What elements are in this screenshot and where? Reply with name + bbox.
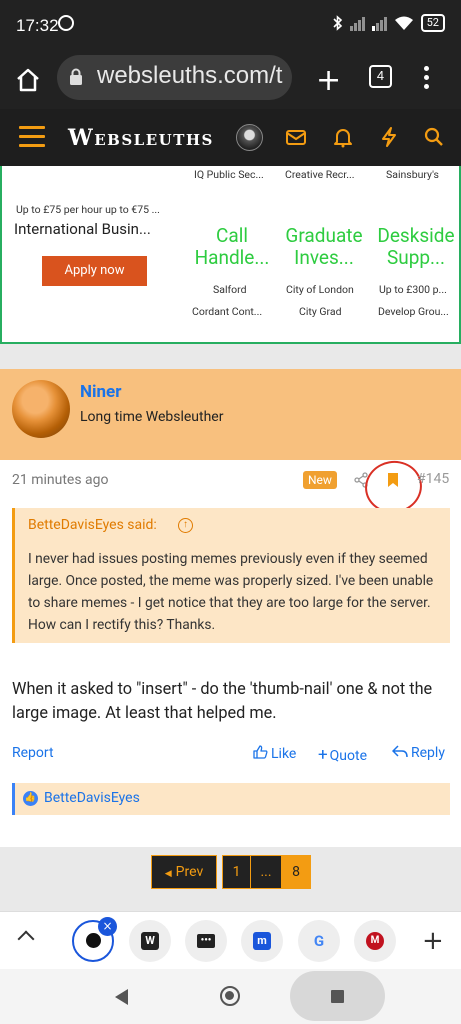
prev-page-button[interactable]: ◀ Prev <box>151 855 217 889</box>
tab-dots[interactable]: ••• <box>185 920 227 962</box>
reaction-user[interactable]: BetteDavisEyes <box>44 790 140 806</box>
tab-google[interactable]: G <box>298 920 340 962</box>
tab-m[interactable]: m <box>241 920 283 962</box>
ad-card-company: Cordant Cont... <box>192 305 263 318</box>
dots-icon: ••• <box>197 933 215 948</box>
lock-icon <box>70 68 82 85</box>
status-icons: 52 <box>333 14 445 32</box>
ad-title[interactable]: International Busin... <box>14 220 151 238</box>
search-icon[interactable] <box>423 126 445 148</box>
like-reaction-icon: 👍 <box>23 791 38 806</box>
ad-card-title[interactable]: Graduate Inves... <box>274 225 374 269</box>
post-timestamp[interactable]: 21 minutes ago <box>12 472 109 488</box>
hamburger-menu-icon[interactable] <box>19 126 45 153</box>
globe-icon <box>85 933 101 948</box>
post-number[interactable]: #145 <box>417 471 449 487</box>
tab-red[interactable]: M <box>354 920 396 962</box>
status-time: 17:32 <box>16 16 59 35</box>
url-text: websleuths.com/t <box>97 62 283 89</box>
address-bar[interactable]: websleuths.com/t <box>57 55 292 100</box>
signal-icon <box>349 15 365 31</box>
status-bar: 17:32 52 <box>0 0 461 54</box>
pagination: ◀ Prev 1 ... 8 <box>0 847 461 911</box>
wifi-icon <box>394 16 413 30</box>
arrow-up-icon[interactable]: ↑ <box>178 518 193 533</box>
home-button-icon[interactable] <box>220 986 240 1006</box>
apply-now-button[interactable]: Apply now <box>42 256 147 286</box>
ad-card-company: Develop Grou... <box>378 305 449 318</box>
job-ad-block[interactable]: IQ Public Sec... Creative Recr... Sainsb… <box>0 166 461 344</box>
site-header: WEBSLEUTHS <box>0 109 461 166</box>
tab-switcher-button[interactable]: 4 <box>369 65 392 88</box>
thumbs-up-icon <box>253 745 268 759</box>
bell-icon[interactable] <box>332 126 354 148</box>
post-message: When it asked to "insert" - do the 'thum… <box>12 679 433 722</box>
m-app-icon: m <box>253 931 271 950</box>
ad-card-title[interactable]: Deskside Supp... <box>366 225 459 269</box>
bluetooth-icon <box>333 15 342 31</box>
page-current[interactable]: 8 <box>281 855 311 889</box>
chevron-up-icon[interactable] <box>17 930 35 948</box>
page-ellipsis-button[interactable]: ... <box>250 855 282 889</box>
post-body: 21 minutes ago New #145 BetteDavisEyes s… <box>0 456 461 847</box>
site-logo[interactable]: WEBSLEUTHS <box>68 125 214 151</box>
websleuths-icon: W <box>141 931 159 950</box>
tab-websleuths[interactable]: W <box>129 920 171 962</box>
alarm-icon <box>58 15 74 31</box>
ad-card-location: Up to £300 p... <box>379 283 447 296</box>
home-icon[interactable] <box>14 66 42 94</box>
ad-card-title[interactable]: Call Handle... <box>182 225 282 269</box>
user-avatar[interactable] <box>236 124 263 151</box>
ad-salary: Up to £75 per hour up to €75 ... <box>16 203 160 216</box>
ad-card-location: City of London <box>286 283 354 296</box>
avatar[interactable] <box>12 380 70 438</box>
new-tab-icon[interactable]: + <box>316 63 341 98</box>
reactions-bar[interactable]: 👍 BetteDavisEyes <box>12 783 450 815</box>
ad-company: IQ Public Sec... <box>194 168 264 181</box>
battery-icon: 52 <box>420 14 445 32</box>
back-icon[interactable] <box>115 989 128 1005</box>
page-1-button[interactable]: 1 <box>222 855 251 889</box>
close-tab-icon[interactable]: × <box>98 917 117 936</box>
reply-label: Reply <box>411 745 445 761</box>
post-user-header: Niner Long time Websleuther <box>0 369 461 460</box>
system-nav-bar <box>0 969 461 1024</box>
ad-company: Sainsbury's <box>386 168 439 181</box>
reply-button[interactable]: Reply <box>391 745 445 761</box>
quote-text: I never had issues posting memes previou… <box>28 551 434 633</box>
red-app-icon: M <box>366 931 384 950</box>
ad-card-location: Salford <box>213 283 247 296</box>
like-button[interactable]: Like <box>253 745 296 762</box>
google-icon: G <box>313 932 325 950</box>
quote-button[interactable]: + Quote <box>318 745 367 765</box>
report-link[interactable]: Report <box>12 745 54 761</box>
quote-block: BetteDavisEyes said: ↑ I never had issue… <box>12 508 450 643</box>
inbox-icon[interactable] <box>285 126 307 148</box>
browser-toolbar: websleuths.com/t + 4 <box>0 54 461 109</box>
tab-strip: × W ••• m G M + <box>0 911 461 969</box>
post-username[interactable]: Niner <box>80 382 121 402</box>
lightning-icon[interactable] <box>378 126 400 148</box>
new-badge: New <box>303 471 337 489</box>
quote-author[interactable]: BetteDavisEyes said: <box>28 517 157 533</box>
caret-left-icon: ◀ <box>164 869 172 879</box>
like-label: Like <box>271 746 297 762</box>
reply-icon <box>391 745 408 758</box>
quote-label: Quote <box>329 748 367 764</box>
add-tab-icon[interactable]: + <box>422 928 444 954</box>
ad-card-company: City Grad <box>299 305 342 318</box>
signal-icon-2 <box>371 15 387 31</box>
ad-company: Creative Recr... <box>285 168 355 181</box>
plus-icon: + <box>318 745 328 765</box>
user-title: Long time Websleuther <box>80 409 224 425</box>
recents-icon[interactable] <box>331 990 344 1003</box>
browser-menu-icon[interactable] <box>424 66 430 93</box>
